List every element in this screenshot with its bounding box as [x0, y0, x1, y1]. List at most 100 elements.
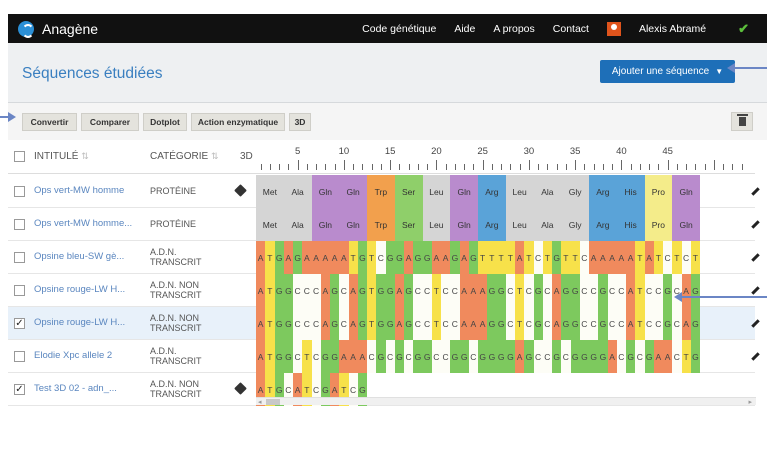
nucleotide-cell: G	[404, 274, 414, 307]
edit-pencil-icon[interactable]	[751, 187, 760, 196]
delete-button[interactable]	[731, 112, 753, 131]
edit-pencil-icon[interactable]	[751, 319, 760, 328]
nucleotide-cell: C	[542, 340, 552, 373]
sequence-name-link[interactable]: Ops vert-MW homme...	[34, 218, 132, 229]
edit-pencil-icon[interactable]	[751, 220, 760, 229]
header-intitule[interactable]: INTITULÉ ⇅	[34, 151, 89, 162]
amino-acid-cell: Arg	[589, 175, 617, 208]
row-checkbox[interactable]	[14, 252, 25, 263]
nucleotide-cell: G	[283, 274, 293, 307]
sequence-name-link[interactable]: Opsine rouge-LW H...	[34, 284, 125, 295]
table-row[interactable]: Ops vert-MW homme... PROTÉINE Met Ala Gln Gln…	[8, 208, 760, 241]
amino-acid-cell: His	[616, 208, 645, 241]
header-categorie[interactable]: CATÉGORIE ⇅	[150, 151, 218, 162]
3d-structure-icon[interactable]	[234, 382, 247, 395]
table-row[interactable]: Elodie Xpc allele 2 A.D.N. TRANSCRIT A T G G C T…	[8, 340, 760, 373]
nucleotide-cell: G	[413, 241, 423, 274]
nucleotide-cell: T	[690, 241, 700, 274]
nucleotide-cell: G	[496, 274, 506, 307]
nav-link-code-genetique[interactable]: Code génétique	[362, 23, 436, 35]
row-checkbox[interactable]: ✓	[14, 384, 25, 395]
edit-pencil-icon[interactable]	[751, 253, 760, 262]
annotation-arrow-icon	[0, 112, 16, 122]
ruler-tick	[741, 164, 743, 170]
table-row[interactable]: ✓ Opsine rouge-LW H... A.D.N. NON TRANSCRIT…	[8, 307, 760, 340]
ruler-number: 10	[338, 146, 350, 157]
nucleotide-cell: A	[626, 241, 636, 274]
sequence-name-link[interactable]: Elodie Xpc allele 2	[34, 350, 112, 361]
nucleotide-cell: G	[690, 274, 700, 307]
trash-icon	[736, 114, 748, 126]
scroll-right-icon[interactable]: ▸	[748, 398, 752, 406]
user-menu[interactable]: Alexis Abramé	[606, 21, 724, 36]
edit-pencil-icon[interactable]	[751, 286, 760, 295]
row-checkbox[interactable]: ✓	[14, 318, 25, 329]
nucleotide-cell: T	[367, 307, 377, 340]
nav-link-contact[interactable]: Contact	[553, 23, 589, 35]
status-check-icon: ✔	[738, 20, 749, 36]
nucleotide-cell: C	[302, 274, 312, 307]
nucleotide-cell: G	[385, 274, 395, 307]
nucleotide-cell: G	[450, 241, 460, 274]
nucleotide-cell: C	[644, 274, 654, 307]
sequence-display: ATGGCCCAGCAGTGGAGCCTCCAAAGGCTCGCAGGCCGCC…	[256, 307, 700, 340]
nucleotide-cell: T	[265, 307, 275, 340]
row-checkbox[interactable]	[14, 285, 25, 296]
nucleotide-cell: T	[265, 241, 275, 274]
amino-acid-cell: Trp	[367, 208, 395, 241]
nucleotide-cell: G	[561, 274, 571, 307]
table-row[interactable]: Opsine bleu-SW gè... A.D.N. TRANSCRIT A T G A G…	[8, 241, 760, 274]
table-row[interactable]: Opsine rouge-LW H... A.D.N. NON TRANSCRIT A…	[8, 274, 760, 307]
sequence-name-link[interactable]: Ops vert-MW homme	[34, 185, 124, 196]
nucleotide-cell: G	[644, 340, 654, 373]
nucleotide-cell: A	[552, 274, 562, 307]
ruler-tick	[279, 164, 281, 170]
scroll-thumb[interactable]	[266, 399, 280, 405]
nucleotide-cell: C	[311, 307, 321, 340]
nucleotide-cell: G	[487, 274, 497, 307]
convertir-button[interactable]: Convertir	[22, 113, 77, 131]
nucleotide-cell: C	[450, 274, 460, 307]
row-checkbox[interactable]	[14, 351, 25, 362]
scroll-left-icon[interactable]: ◂	[258, 398, 262, 406]
nucleotide-cell: A	[404, 241, 414, 274]
nav-link-a-propos[interactable]: A propos	[493, 23, 534, 35]
select-all-checkbox[interactable]	[14, 151, 25, 162]
3d-button[interactable]: 3D	[289, 113, 311, 131]
row-checkbox[interactable]	[14, 186, 25, 197]
anagene-logo-icon	[18, 20, 34, 38]
nucleotide-cell: G	[413, 340, 423, 373]
amino-acid-cell: Gln	[339, 208, 367, 241]
ruler-number: 45	[662, 146, 673, 157]
caret-down-icon: ▼	[715, 67, 724, 76]
ruler-tick	[325, 164, 327, 170]
ruler-number: 35	[569, 146, 581, 157]
ruler-tick	[353, 164, 355, 170]
sequence-name-link[interactable]: Test 3D 02 - adn_...	[34, 383, 117, 394]
nucleotide-cell: A	[515, 340, 525, 373]
nav-link-aide[interactable]: Aide	[454, 23, 475, 35]
sequence-category: A.D.N. NON TRANSCRIT	[150, 280, 202, 300]
nucleotide-cell: T	[524, 241, 534, 274]
dotplot-button[interactable]: Dotplot	[143, 113, 187, 131]
sequence-name-link[interactable]: Opsine bleu-SW gè...	[34, 251, 124, 262]
brand[interactable]: Anagène	[18, 20, 98, 38]
add-sequence-button[interactable]: Ajouter une séquence ▼	[600, 60, 735, 83]
nucleotide-cell: A	[394, 307, 404, 340]
comparer-button[interactable]: Comparer	[81, 113, 139, 131]
nucleotide-cell: C	[385, 340, 395, 373]
nucleotide-cell: T	[681, 340, 691, 373]
sequence-name-link[interactable]: Opsine rouge-LW H...	[34, 317, 125, 328]
sequence-scrollbar[interactable]: ◂ ▸	[256, 397, 756, 406]
nucleotide-cell: G	[496, 340, 506, 373]
table-row[interactable]: Ops vert-MW homme PROTÉINE Met Ala Gln Gln Trp…	[8, 175, 760, 208]
nucleotide-cell: T	[348, 241, 358, 274]
edit-pencil-icon[interactable]	[751, 352, 760, 361]
nucleotide-cell: G	[552, 241, 562, 274]
ruler-tick	[649, 164, 651, 170]
ruler-tick	[399, 164, 401, 170]
3d-structure-icon[interactable]	[234, 184, 247, 197]
nucleotide-cell: G	[450, 340, 460, 373]
row-checkbox[interactable]	[14, 219, 25, 230]
action-enzymatique-button[interactable]: Action enzymatique	[191, 113, 285, 131]
